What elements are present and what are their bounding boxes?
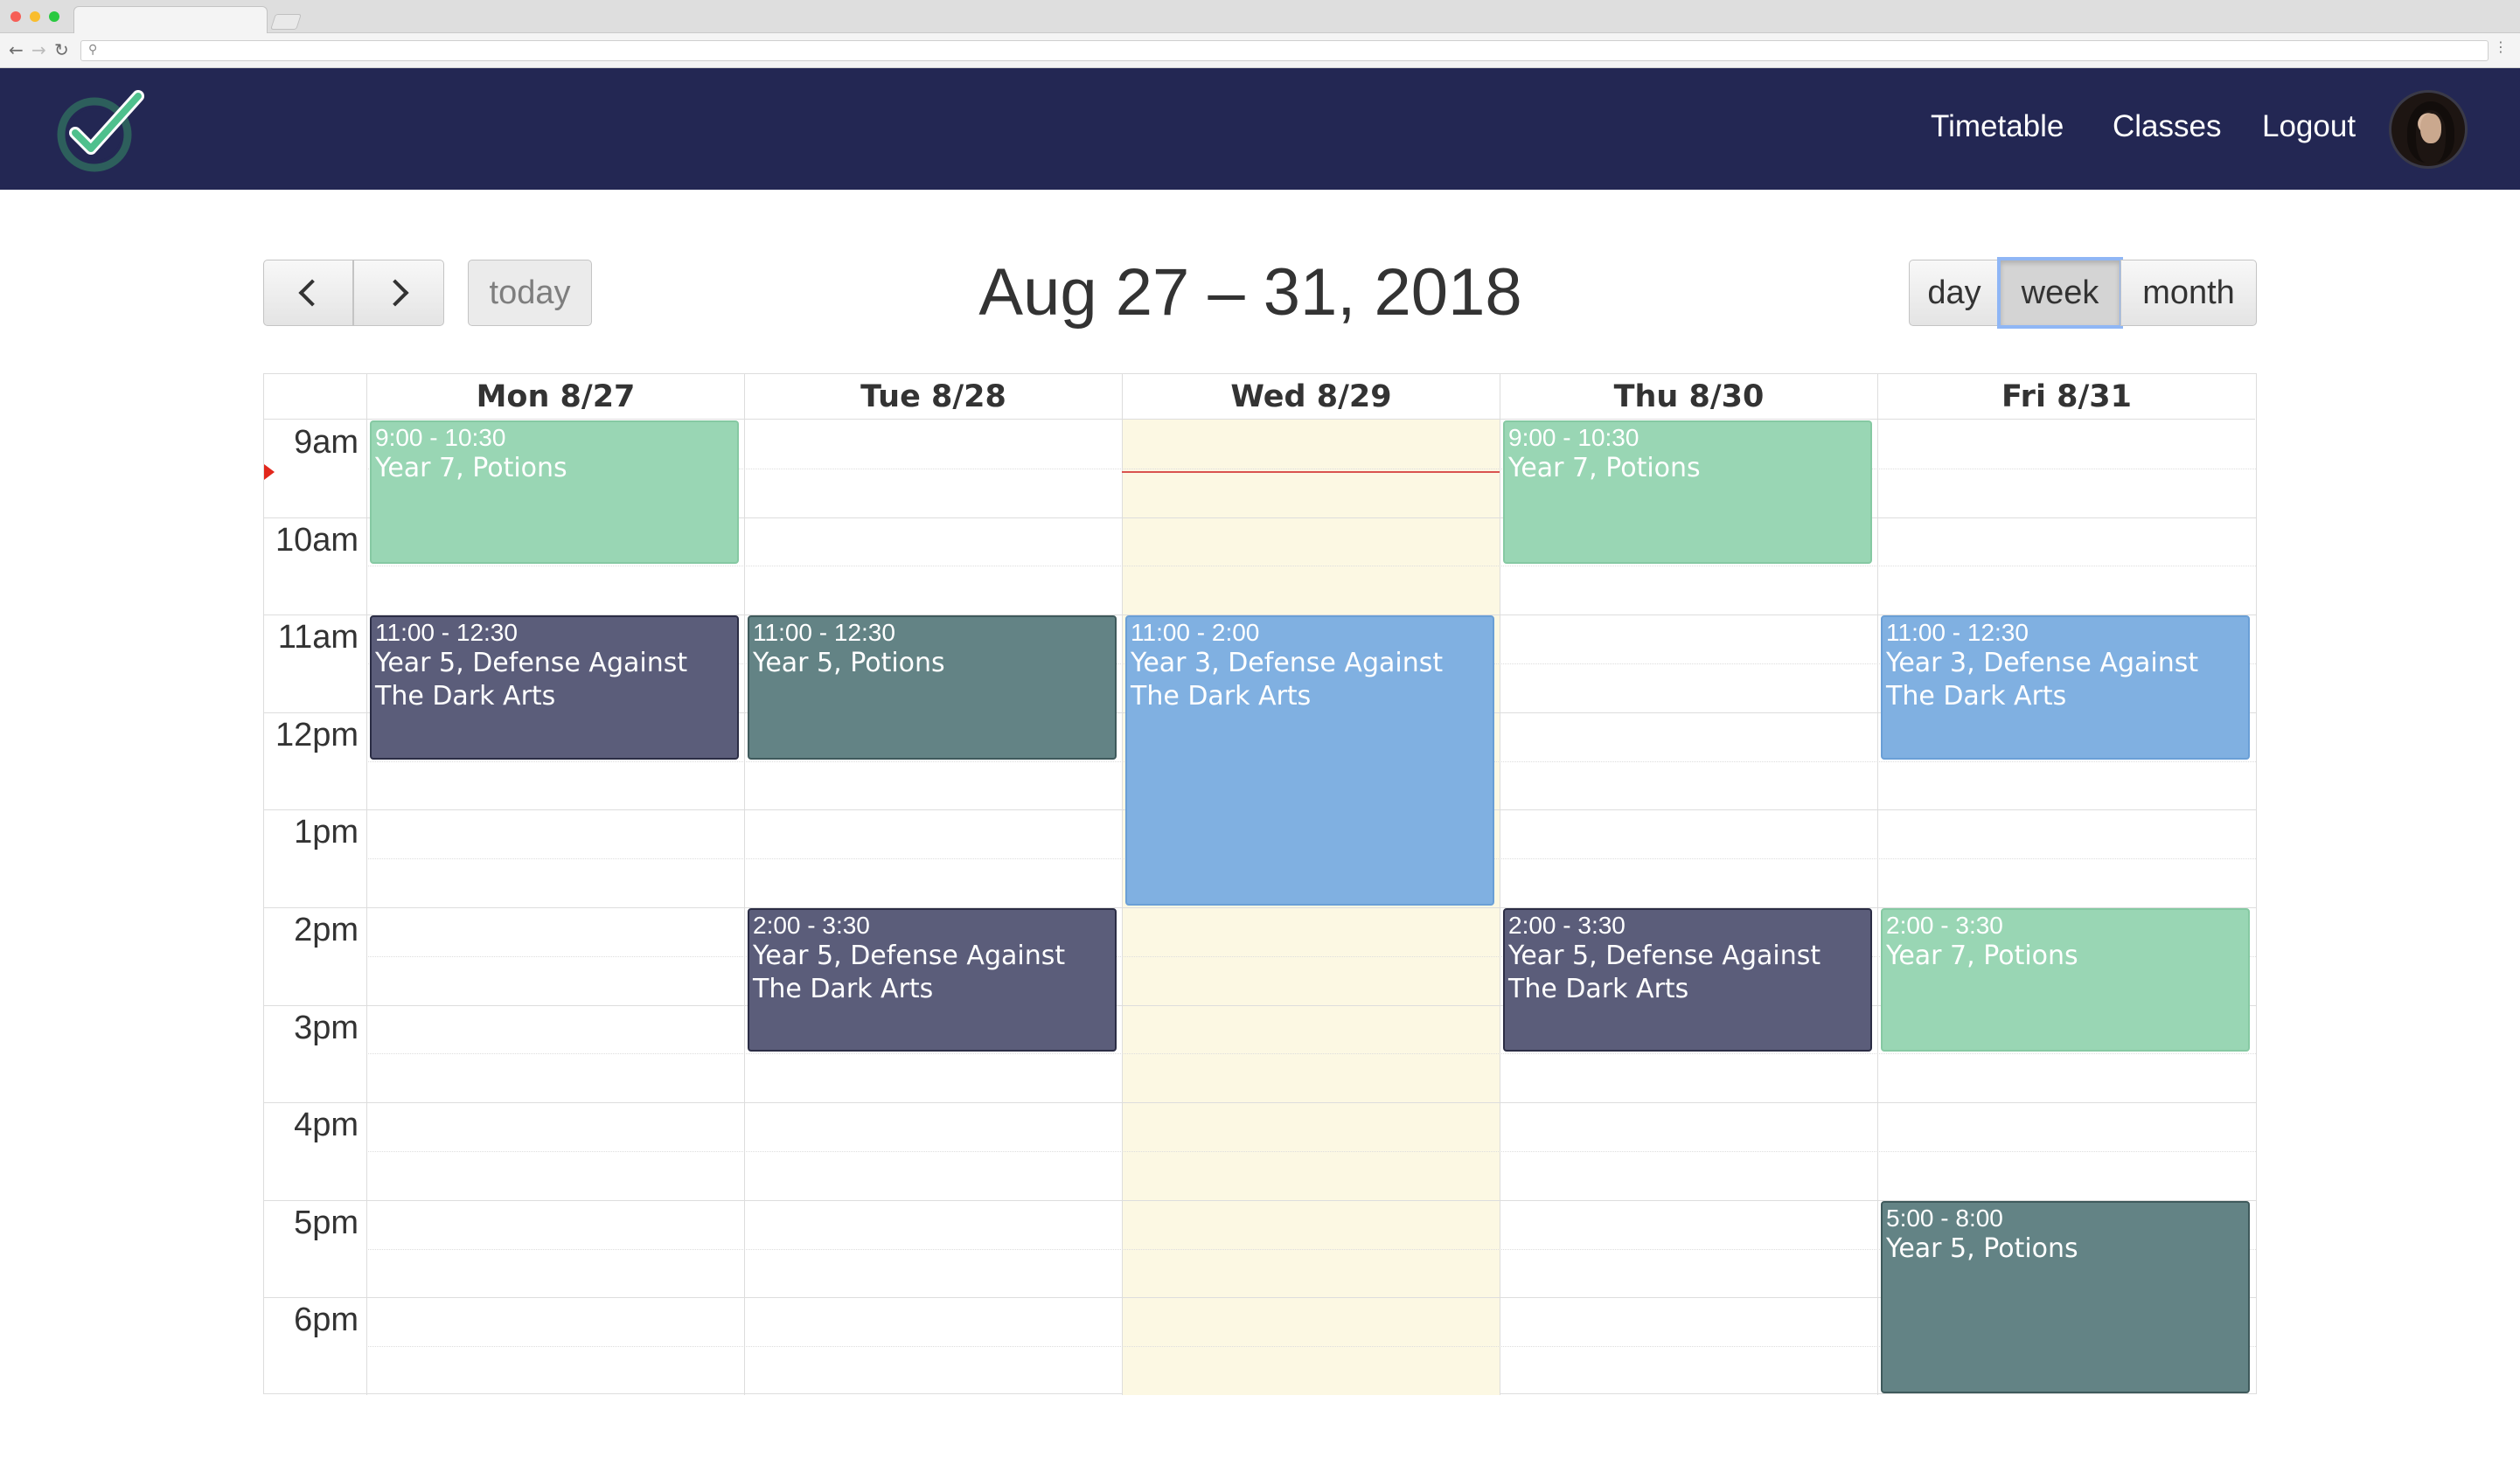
- now-indicator-line: [1122, 471, 1500, 473]
- time-axis-label: 3pm: [294, 1010, 359, 1046]
- event-title: Year 5, Defense Against The Dark Arts: [375, 648, 688, 712]
- day-header: Thu 8/30: [1500, 374, 1877, 420]
- event-time: 11:00 - 12:30: [753, 619, 895, 646]
- event-title: Year 5, Potions: [1886, 1233, 2078, 1264]
- browser-tab[interactable]: [73, 6, 268, 33]
- day-column-divider: [366, 420, 367, 1395]
- half-hour-gridline: [366, 1151, 2256, 1152]
- event-time: 2:00 - 3:30: [1508, 912, 1625, 939]
- calendar-event[interactable]: 11:00 - 12:30 Year 3, Defense Against The…: [1881, 615, 2250, 760]
- day-header: Tue 8/28: [744, 374, 1122, 420]
- event-time: 2:00 - 3:30: [1886, 912, 2003, 939]
- day-header: Mon 8/27: [366, 374, 744, 420]
- window-maximize-button[interactable]: [49, 11, 59, 22]
- time-axis-header: [264, 374, 366, 420]
- event-time: 11:00 - 12:30: [1886, 619, 2029, 646]
- time-axis-label: 2pm: [294, 912, 359, 948]
- view-day-button[interactable]: day: [1909, 260, 2000, 326]
- nav-classes-link[interactable]: Classes: [2113, 109, 2221, 144]
- calendar-event[interactable]: 2:00 - 3:30 Year 5, Defense Against The D…: [748, 908, 1117, 1052]
- window-close-button[interactable]: [10, 11, 21, 22]
- now-indicator-arrow: [264, 464, 275, 480]
- chevron-right-icon: [381, 279, 409, 307]
- event-time: 9:00 - 10:30: [1508, 424, 1639, 451]
- event-title: Year 5, Defense Against The Dark Arts: [1508, 941, 1821, 1004]
- event-time: 2:00 - 3:30: [753, 912, 870, 939]
- event-time: 9:00 - 10:30: [375, 424, 506, 451]
- browser-toolbar: ← → ↻ ⚲ ⋮: [0, 33, 2520, 68]
- next-week-button[interactable]: [353, 260, 444, 326]
- event-title: Year 7, Potions: [375, 453, 567, 483]
- new-tab-button[interactable]: [270, 14, 302, 30]
- day-column-divider: [1122, 420, 1123, 1395]
- nav-logout-link[interactable]: Logout: [2262, 109, 2356, 144]
- time-axis-label: 5pm: [294, 1205, 359, 1241]
- time-axis-label: 4pm: [294, 1107, 359, 1143]
- view-month-button[interactable]: month: [2120, 260, 2257, 326]
- time-axis-label: 1pm: [294, 814, 359, 851]
- half-hour-gridline: [366, 1053, 2256, 1054]
- event-title: Year 7, Potions: [1886, 941, 2078, 971]
- checkmark-logo-icon[interactable]: [54, 89, 145, 173]
- prev-week-button[interactable]: [263, 260, 353, 326]
- calendar-title: Aug 27 – 31, 2018: [978, 255, 1522, 330]
- day-column-divider: [744, 420, 745, 1395]
- time-axis-label: 11am: [277, 619, 359, 656]
- calendar-event[interactable]: 11:00 - 12:30 Year 5, Defense Against The…: [370, 615, 739, 760]
- browser-tab-bar: [0, 0, 2520, 33]
- time-axis-label: 9am: [294, 424, 359, 461]
- hour-gridline: [264, 1102, 2256, 1103]
- event-time: 11:00 - 2:00: [1131, 619, 1260, 646]
- day-header: Fri 8/31: [1877, 374, 2255, 420]
- calendar-event[interactable]: 5:00 - 8:00 Year 5, Potions: [1881, 1201, 2250, 1393]
- event-title: Year 3, Defense Against The Dark Arts: [1886, 648, 2199, 712]
- day-header: Wed 8/29: [1122, 374, 1500, 420]
- event-title: Year 5, Potions: [753, 648, 945, 678]
- app-header: Timetable Classes Logout: [0, 68, 2520, 190]
- time-axis-label: 6pm: [294, 1302, 359, 1338]
- time-axis-label: 12pm: [275, 717, 359, 753]
- calendar-event[interactable]: 9:00 - 10:30 Year 7, Potions: [1503, 420, 1872, 564]
- nav-timetable-link[interactable]: Timetable: [1931, 109, 2064, 144]
- window-minimize-button[interactable]: [30, 11, 40, 22]
- calendar-event[interactable]: 9:00 - 10:30 Year 7, Potions: [370, 420, 739, 564]
- event-title: Year 7, Potions: [1508, 453, 1701, 483]
- user-avatar[interactable]: [2389, 90, 2468, 169]
- kebab-menu-icon[interactable]: ⋮: [2494, 38, 2508, 55]
- back-arrow-icon[interactable]: ←: [9, 40, 24, 59]
- day-column-divider: [1877, 420, 1878, 1395]
- reload-icon[interactable]: ↻: [54, 40, 69, 59]
- event-time: 11:00 - 12:30: [375, 619, 518, 646]
- calendar-event[interactable]: 11:00 - 12:30 Year 5, Potions: [748, 615, 1117, 760]
- time-axis-label: 10am: [275, 522, 359, 559]
- event-title: Year 3, Defense Against The Dark Arts: [1131, 648, 1444, 712]
- search-icon: ⚲: [88, 43, 98, 57]
- today-button[interactable]: today: [468, 260, 592, 326]
- calendar-event[interactable]: 2:00 - 3:30 Year 5, Defense Against The D…: [1503, 908, 1872, 1052]
- calendar-event[interactable]: 2:00 - 3:30 Year 7, Potions: [1881, 908, 2250, 1052]
- week-calendar-grid: Mon 8/27 Tue 8/28 Wed 8/29 Thu 8/30 Fri 8/31…: [263, 373, 2257, 1395]
- chevron-left-icon: [297, 279, 326, 307]
- event-title: Year 5, Defense Against The Dark Arts: [753, 941, 1066, 1004]
- calendar-event[interactable]: 11:00 - 2:00 Year 3, Defense Against The …: [1125, 615, 1494, 906]
- address-bar[interactable]: ⚲: [80, 40, 2489, 61]
- view-week-button[interactable]: week: [1997, 257, 2123, 329]
- forward-arrow-icon[interactable]: →: [31, 40, 46, 59]
- event-time: 5:00 - 8:00: [1886, 1205, 2003, 1232]
